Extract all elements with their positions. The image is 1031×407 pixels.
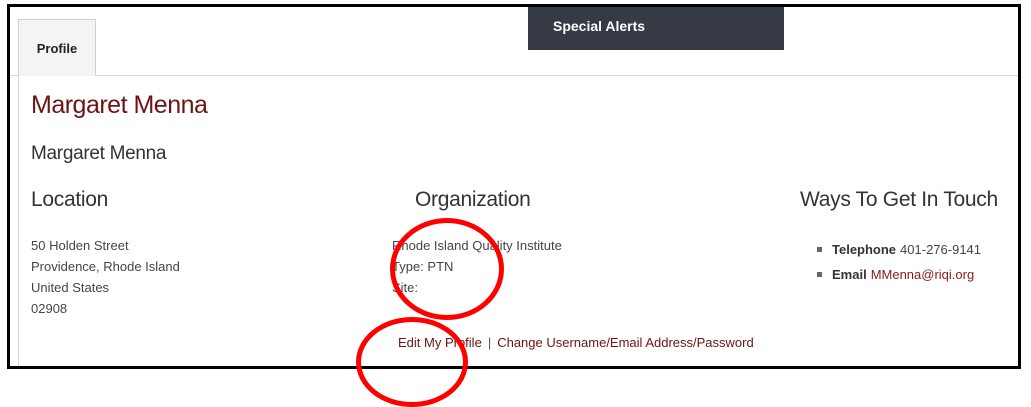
- page-title: Margaret Menna: [31, 91, 208, 119]
- contact-telephone: Telephone 401-276-9141: [817, 237, 981, 262]
- content-left-border: [18, 75, 19, 366]
- email-label: Email: [832, 267, 867, 282]
- telephone-label: Telephone: [832, 242, 897, 257]
- telephone-value: 401-276-9141: [900, 242, 982, 257]
- contact-list: Telephone 401-276-9141 Email MMenna@riqi…: [817, 237, 981, 287]
- link-separator: |: [487, 335, 492, 350]
- address-line: 50 Holden Street: [31, 238, 129, 253]
- location-heading: Location: [31, 188, 108, 211]
- organization-heading: Organization: [415, 188, 531, 211]
- special-alerts-bar[interactable]: Special Alerts: [528, 7, 784, 50]
- organization-type: Type: PTN: [392, 259, 454, 274]
- address-line: United States: [31, 280, 110, 295]
- edit-profile-link[interactable]: Edit My Profile: [398, 335, 482, 350]
- address-line: 02908: [31, 301, 68, 316]
- profile-name: Margaret Menna: [31, 143, 167, 164]
- tab-profile[interactable]: Profile: [18, 19, 96, 76]
- profile-panel: Profile Special Alerts Margaret Menna Ma…: [7, 4, 1021, 369]
- organization-site: Site:: [392, 280, 419, 295]
- change-credentials-link[interactable]: Change Username/Email Address/Password: [497, 335, 754, 350]
- organization-name: Rhode Island Quality Institute: [392, 238, 562, 253]
- tab-bar: Profile Special Alerts: [10, 7, 1018, 76]
- address-line: Providence, Rhode Island: [31, 259, 180, 274]
- contact-email: Email MMenna@riqi.org: [817, 262, 981, 287]
- organization-details: Rhode Island Quality Institute Type: PTN…: [392, 235, 562, 298]
- contact-heading: Ways To Get In Touch: [800, 188, 998, 211]
- location-address: 50 Holden Street Providence, Rhode Islan…: [31, 235, 180, 319]
- profile-actions: Edit My Profile | Change Username/Email Ad…: [398, 335, 754, 350]
- email-link[interactable]: MMenna@riqi.org: [871, 262, 975, 287]
- bullet-icon: [817, 247, 822, 252]
- bullet-icon: [817, 272, 822, 277]
